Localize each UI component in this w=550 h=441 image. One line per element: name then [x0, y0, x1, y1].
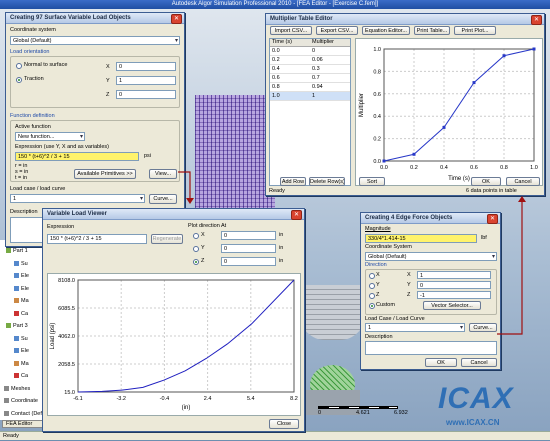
- arrow-head-1: [186, 198, 194, 204]
- arrow-curve-to-table: [497, 200, 523, 335]
- connector-arrows: [178, 171, 526, 335]
- arrow-view-to-viewer: [178, 171, 191, 200]
- watermark-url: www.ICAX.CN: [446, 418, 500, 427]
- arrow-head-2: [518, 196, 526, 202]
- watermark-brand: ICAX: [438, 382, 514, 415]
- watermark: ICAX www.ICAX.CN: [432, 382, 548, 437]
